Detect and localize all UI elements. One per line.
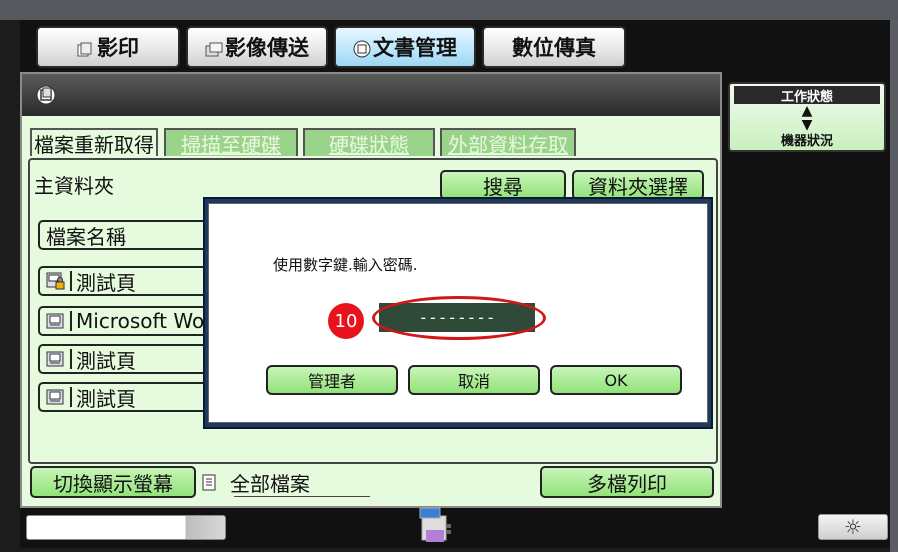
admin-button-label: 管理者 [307,372,356,391]
file-list-item[interactable]: Microsoft Wo [38,306,228,336]
separator [70,311,72,331]
all-files-underline [234,496,370,497]
all-files-label: 全部檔案 [230,472,310,496]
tab-digital-fax[interactable]: 數位傳真 [482,26,626,68]
cancel-button-label: 取消 [457,372,490,391]
locked-file-icon [46,271,66,291]
up-down-arrows-icon: ▲ ▼ [801,103,813,133]
document-filing-header-icon [36,85,58,105]
highlight-ellipse [372,296,546,340]
brightness-icon: ☼ [844,515,862,539]
file-name: 測試頁 [76,348,136,373]
progress-bar [26,515,226,540]
file-name: Microsoft Wo [76,309,205,333]
switch-display-button[interactable]: 切換顯示螢幕 [30,466,196,498]
separator [70,349,72,369]
tab-image-send[interactable]: 影像傳送 [186,26,328,68]
folder-select-button[interactable]: 資料夾選擇 [572,170,704,200]
folder-title: 主資料夾 [34,174,114,198]
search-button-label: 搜尋 [483,174,523,199]
panel-header [22,74,720,116]
tab-image-send-label: 影像傳送 [225,36,309,60]
cancel-button[interactable]: 取消 [408,365,540,395]
document-filing-icon [353,39,371,58]
switch-display-label: 切換顯示螢幕 [53,471,173,496]
copy-icon [77,39,93,57]
separator [70,271,72,291]
password-prompt: 使用數字鍵.輸入密碼. [273,256,418,274]
tab-file-retrieve[interactable]: 檔案重新取得 [30,128,158,157]
tab-external-data-access-label: 外部資料存取 [448,132,568,157]
file-name: 測試頁 [76,386,136,411]
search-button[interactable]: 搜尋 [440,170,566,200]
folder-select-label: 資料夾選擇 [588,174,688,199]
tab-copy[interactable]: 影印 [36,26,180,68]
ok-button-label: OK [604,370,628,390]
tab-hdd-status[interactable]: 硬碟狀態 [303,128,435,157]
brightness-button[interactable]: ☼ [818,514,888,540]
multi-file-print-label: 多檔列印 [587,471,667,496]
machine-icon[interactable] [418,506,454,546]
tab-hdd-status-label: 硬碟狀態 [329,132,409,157]
ok-button[interactable]: OK [550,365,682,395]
tab-external-data-access[interactable]: 外部資料存取 [440,128,576,157]
file-icon [46,387,66,407]
all-files-selector[interactable]: 全部檔案 [200,468,310,497]
separator [70,387,72,407]
file-icon [46,311,66,331]
job-status-label: 工作狀態 [734,86,880,105]
file-name-header-button[interactable]: 檔案名稱 [38,220,228,250]
multi-file-print-button[interactable]: 多檔列印 [540,466,714,498]
image-send-icon [205,39,223,57]
tab-scan-to-hdd-label: 掃描至硬碟 [181,132,281,157]
tab-document-filing[interactable]: 文書管理 [334,26,476,68]
machine-status-label: 機器狀況 [780,134,833,149]
tab-scan-to-hdd[interactable]: 掃描至硬碟 [164,128,298,157]
tab-file-retrieve-label: 檔案重新取得 [34,132,154,157]
file-icon [46,349,66,369]
tab-digital-fax-label: 數位傳真 [512,36,596,60]
file-list-item[interactable]: 測試頁 [38,266,228,296]
top-frame [0,0,898,20]
tab-copy-label: 影印 [97,36,139,60]
step-badge: 10 [328,303,364,339]
right-frame [890,20,898,552]
folder-list-icon [200,473,220,493]
file-name-header-label: 檔案名稱 [46,224,126,249]
file-list-item[interactable]: 測試頁 [38,344,228,374]
file-list-item[interactable]: 測試頁 [38,382,228,412]
admin-button[interactable]: 管理者 [266,365,398,395]
file-name: 測試頁 [76,270,136,295]
tab-document-filing-label: 文書管理 [373,36,457,60]
